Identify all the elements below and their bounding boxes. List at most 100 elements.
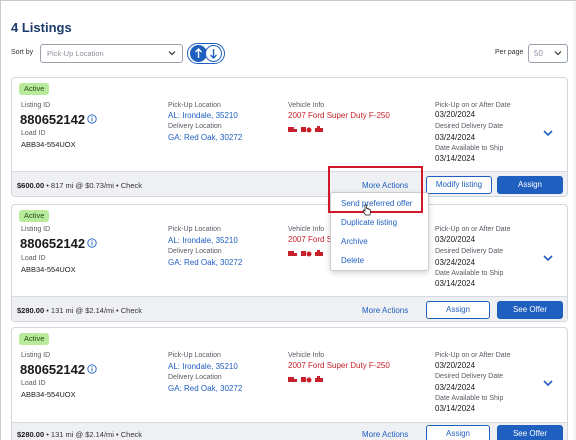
expand-chevron-icon[interactable] [542,128,554,138]
highlight-box [328,166,423,213]
vehicle-info-label: Vehicle Info [288,102,325,109]
card-footer: $280.00 • 131 mi @ $2.14/mi • Check More… [12,296,567,321]
load-id-label: Load ID [21,130,46,137]
price-value: $280.00 [17,430,45,439]
assign-button[interactable]: Assign [426,301,490,319]
pickup-location-label: Pick-Up Location [168,226,221,233]
delivery-location-label: Delivery Location [168,123,222,130]
price-value: $600.00 [17,181,45,190]
vehicle-info-label: Vehicle Info [288,352,325,359]
available-date-value: 03/14/2024 [435,404,476,413]
price-summary: $280.00 • 131 mi @ $2.14/mi • Check [17,430,142,439]
per-page-select[interactable]: 50 [528,44,568,63]
expand-chevron-icon[interactable] [542,253,554,263]
hand-cursor-icon [362,204,371,216]
vehicle-type-icons [288,376,323,383]
desired-delivery-label: Desired Delivery Date [435,373,504,380]
vehicle-info-label: Vehicle Info [288,226,325,233]
chevron-down-icon [554,51,562,56]
status-badge: Active [19,83,50,95]
sort-descending-button[interactable] [205,45,222,62]
pickup-date-value: 03/20/2024 [435,235,476,244]
load-id-value: ABB34-554UOX [21,390,76,399]
available-date-label: Date Available to Ship [435,145,504,152]
chevron-down-icon [168,51,176,56]
listing-card: Active Listing ID 880652142 Load ID ABB3… [11,204,568,322]
expand-chevron-icon[interactable] [542,378,554,388]
available-date-value: 03/14/2024 [435,279,476,288]
available-date-label: Date Available to Ship [435,395,504,402]
assign-button[interactable]: Assign [497,176,563,194]
menu-item-duplicate-listing[interactable]: Duplicate listing [341,218,397,227]
card-footer: $600.00 • 817 mi @ $0.73/mi • Check More… [12,171,567,196]
delivery-location-link[interactable]: GA: Red Oak, 30272 [168,384,242,393]
listing-card: Active Listing ID 880652142 Load ID ABB3… [11,77,568,197]
modify-listing-button[interactable]: Modify listing [426,176,492,194]
delivery-location-link[interactable]: GA: Red Oak, 30272 [168,133,242,142]
load-id-value: ABB34-554UOX [21,140,76,149]
arrow-up-icon [195,48,202,58]
price-detail: • 131 mi @ $2.14/mi • Check [44,430,143,439]
per-page-value: 50 [534,49,543,58]
pickup-location-link[interactable]: AL: Irondale, 35210 [168,362,238,371]
delivery-location-label: Delivery Location [168,374,222,381]
load-id-label: Load ID [21,380,46,387]
menu-item-delete[interactable]: Delete [341,256,364,265]
desired-delivery-value: 03/24/2024 [435,258,476,267]
vehicle-info-link[interactable]: 2007 Ford Super Duty F-250 [288,361,390,370]
desired-delivery-value: 03/24/2024 [435,133,476,142]
price-summary: $280.00 • 131 mi @ $2.14/mi • Check [17,306,142,315]
pickup-date-label: Pick-Up on or After Date [435,352,511,359]
sort-select[interactable]: Pick-Up Location [40,44,183,63]
desired-delivery-label: Desired Delivery Date [435,123,504,130]
available-date-value: 03/14/2024 [435,154,476,163]
price-detail: • 131 mi @ $2.14/mi • Check [44,306,143,315]
more-actions-button[interactable]: More Actions [362,430,408,439]
pickup-location-label: Pick-Up Location [168,352,221,359]
delivery-location-label: Delivery Location [168,248,222,255]
pickup-date-value: 03/20/2024 [435,361,476,370]
pickup-date-label: Pick-Up on or After Date [435,102,511,109]
info-icon[interactable] [87,238,97,248]
load-id-value: ABB34-554UOX [21,265,76,274]
menu-item-archive[interactable]: Archive [341,237,368,246]
price-summary: $600.00 • 817 mi @ $0.73/mi • Check [17,181,142,190]
pickup-location-link[interactable]: AL: Irondale, 35210 [168,236,238,245]
info-icon[interactable] [87,364,97,374]
listing-card: Active Listing ID 880652142 Load ID ABB3… [11,327,568,440]
see-offer-button[interactable]: See Offer [497,301,563,319]
desired-delivery-label: Desired Delivery Date [435,248,504,255]
listing-id-label: Listing ID [21,352,51,359]
status-badge: Active [19,333,50,345]
vehicle-info-link[interactable]: 2007 Ford S [288,235,332,244]
arrow-down-icon [210,49,217,59]
assign-button[interactable]: Assign [426,425,490,440]
per-page-label: Per page [495,49,524,56]
sort-by-label: Sort by [11,49,34,56]
pickup-location-label: Pick-Up Location [168,102,221,109]
info-icon[interactable] [87,114,97,124]
page-title: 4 Listings [11,20,72,35]
pickup-date-label: Pick-Up on or After Date [435,226,511,233]
card-footer: $280.00 • 131 mi @ $2.14/mi • Check More… [12,422,567,440]
delivery-location-link[interactable]: GA: Red Oak, 30272 [168,258,242,267]
price-value: $280.00 [17,306,45,315]
listing-id-value: 880652142 [20,362,86,377]
desired-delivery-value: 03/24/2024 [435,383,476,392]
pickup-date-value: 03/20/2024 [435,110,476,119]
more-actions-button[interactable]: More Actions [362,306,408,315]
load-id-label: Load ID [21,255,46,262]
listing-id-value: 880652142 [20,112,86,127]
listing-id-value: 880652142 [20,236,86,251]
pickup-location-link[interactable]: AL: Irondale, 35210 [168,111,238,120]
status-badge: Active [19,210,50,222]
see-offer-button[interactable]: See Offer [497,425,563,440]
price-detail: • 817 mi @ $0.73/mi • Check [44,181,143,190]
vehicle-info-link[interactable]: 2007 Ford Super Duty F-250 [288,111,390,120]
listings-page: 4 Listings Sort by Pick-Up Location Per … [0,0,576,440]
sort-select-placeholder: Pick-Up Location [47,49,104,58]
vehicle-type-icons [288,250,323,257]
listing-id-label: Listing ID [21,102,51,109]
vehicle-type-icons [288,126,323,133]
available-date-label: Date Available to Ship [435,270,504,277]
